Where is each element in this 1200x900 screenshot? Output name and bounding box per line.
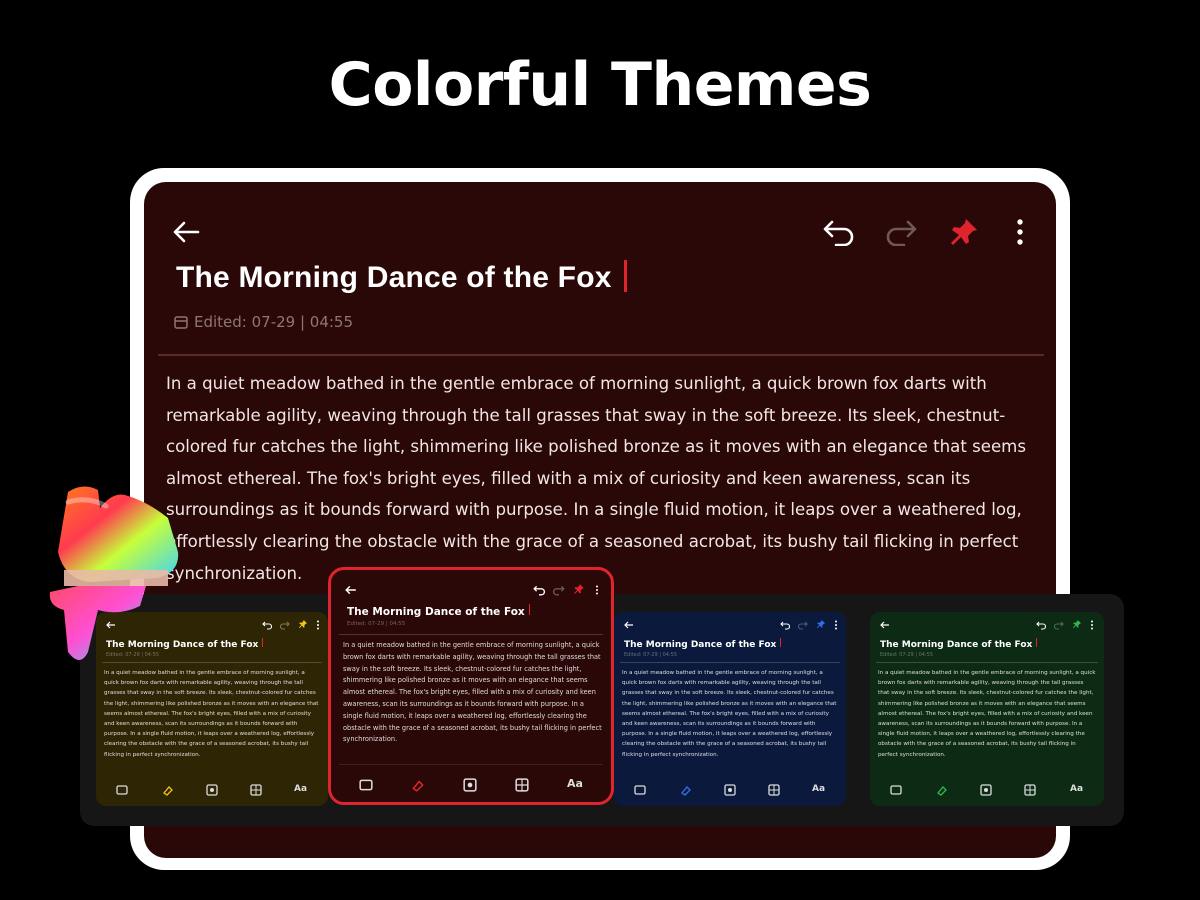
gallery-icon — [890, 785, 902, 795]
back-arrow-icon[interactable] — [172, 220, 200, 244]
card-body: In a quiet meadow bathed in the gentle e… — [343, 641, 602, 744]
headline: Colorful Themes — [328, 50, 872, 120]
card-edited: Edited: 07-29 | 04:55 — [880, 652, 934, 658]
calendar-icon — [174, 316, 188, 329]
grid-icon — [768, 784, 780, 796]
redo-icon — [798, 621, 808, 630]
more-vert-icon — [835, 620, 837, 630]
font-size-icon: Aa — [1070, 784, 1084, 794]
card-title: The Morning Dance of the Fox — [624, 638, 782, 650]
card-divider — [339, 634, 603, 635]
image-icon — [206, 784, 218, 796]
pin-icon — [574, 584, 584, 594]
grid-icon — [1024, 784, 1036, 796]
theme-brush-icon — [163, 786, 173, 796]
card-divider — [876, 662, 1098, 663]
card-bottom-divider — [339, 764, 603, 765]
image-icon — [980, 784, 992, 796]
back-arrow-icon — [880, 621, 889, 629]
more-vert-icon — [596, 585, 598, 595]
card-edited: Edited: 07-29 | 04:55 — [347, 621, 406, 627]
card-title: The Morning Dance of the Fox — [347, 604, 530, 618]
font-size-icon: Aa — [567, 777, 583, 790]
card-title-text: The Morning Dance of the Fox — [624, 640, 777, 650]
note-body[interactable]: In a quiet meadow bathed in the gentle e… — [166, 368, 1036, 589]
font-size-icon: Aa — [812, 784, 826, 794]
text-cursor — [1036, 638, 1038, 647]
gallery-icon — [116, 785, 128, 795]
pin-icon — [298, 619, 308, 629]
card-title-text: The Morning Dance of the Fox — [880, 640, 1033, 650]
undo-icon — [1036, 621, 1046, 630]
card-divider — [620, 662, 840, 663]
text-cursor — [780, 638, 782, 647]
grid-icon — [515, 778, 529, 792]
theme-card-blue[interactable]: The Morning Dance of the Fox Edited: 07-… — [614, 612, 846, 806]
title-divider — [158, 354, 1044, 356]
more-vert-icon — [317, 620, 319, 630]
undo-icon[interactable] — [822, 218, 856, 246]
font-size-icon: Aa — [294, 784, 308, 794]
redo-icon — [280, 621, 290, 630]
theme-card-green[interactable]: The Morning Dance of the Fox Edited: 07-… — [870, 612, 1104, 806]
image-icon — [463, 778, 477, 792]
card-edited: Edited: 07-29 | 04:55 — [624, 652, 678, 658]
redo-icon[interactable] — [884, 218, 918, 246]
grid-icon — [250, 784, 262, 796]
theme-brush-icon — [681, 786, 691, 796]
pin-icon — [816, 619, 826, 629]
pin-icon[interactable] — [948, 216, 980, 248]
undo-icon — [533, 585, 545, 596]
more-vert-icon[interactable] — [1014, 218, 1026, 246]
back-arrow-icon — [345, 585, 356, 595]
card-body: In a quiet meadow bathed in the gentle e… — [878, 670, 1096, 758]
note-title-text: The Morning Dance of the Fox — [176, 261, 612, 294]
card-body: In a quiet meadow bathed in the gentle e… — [622, 670, 837, 758]
edited-meta: Edited: 07-29 | 04:55 — [174, 313, 353, 331]
text-cursor — [262, 638, 264, 647]
pin-icon — [1072, 619, 1082, 629]
text-cursor — [528, 604, 530, 615]
more-vert-icon — [1091, 620, 1093, 630]
gallery-icon — [634, 785, 646, 795]
back-arrow-icon — [624, 621, 633, 629]
edited-text: Edited: 07-29 | 04:55 — [194, 313, 354, 331]
redo-icon — [553, 585, 565, 596]
undo-icon — [780, 621, 790, 630]
image-icon — [724, 784, 736, 796]
redo-icon — [1054, 621, 1064, 630]
theme-card-red-selected[interactable]: The Morning Dance of the Fox Edited: 07-… — [328, 567, 614, 805]
undo-icon — [262, 621, 272, 630]
card-title-text: The Morning Dance of the Fox — [347, 606, 525, 618]
card-title: The Morning Dance of the Fox — [880, 638, 1038, 650]
paint-brush-icon — [49, 486, 179, 660]
theme-brush-icon — [412, 780, 424, 792]
note-title[interactable]: The Morning Dance of the Fox — [176, 260, 627, 295]
theme-brush-icon — [937, 786, 947, 796]
gallery-icon — [359, 779, 373, 791]
text-cursor — [623, 260, 627, 292]
card-body: In a quiet meadow bathed in the gentle e… — [104, 670, 319, 758]
